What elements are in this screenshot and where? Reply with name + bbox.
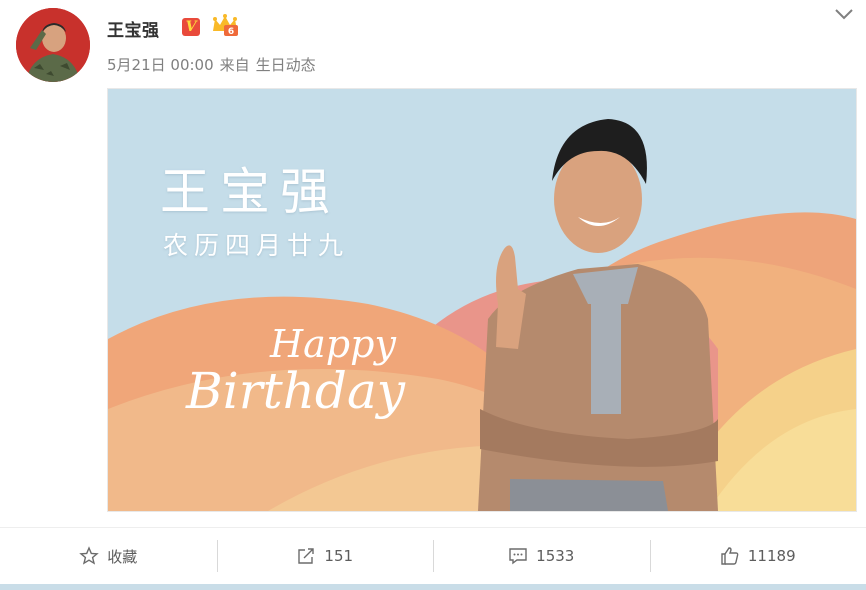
banner-subtitle: 农历四月廿九 bbox=[163, 231, 350, 260]
post-time[interactable]: 5月21日 00:00 bbox=[107, 56, 214, 74]
crown-member-icon: 6 bbox=[213, 14, 238, 37]
like-button[interactable]: 11189 bbox=[649, 528, 866, 584]
comment-count: 1533 bbox=[536, 547, 575, 565]
post-via-label: 来自 bbox=[219, 56, 250, 74]
post-source[interactable]: 生日动态 bbox=[256, 56, 316, 74]
comment-button[interactable]: 1533 bbox=[433, 528, 650, 584]
comment-icon bbox=[509, 548, 527, 565]
bottom-edge-strip bbox=[0, 584, 866, 590]
svg-text:6: 6 bbox=[228, 27, 234, 37]
repost-count: 151 bbox=[324, 547, 354, 565]
banner-birthday-text: Birthday bbox=[186, 362, 405, 420]
like-count: 11189 bbox=[747, 547, 796, 565]
thumbs-up-icon bbox=[721, 547, 739, 565]
banner-happy-text: Happy bbox=[270, 322, 396, 366]
avatar-image bbox=[16, 8, 90, 82]
share-icon bbox=[298, 548, 315, 564]
favorite-label: 收藏 bbox=[107, 547, 138, 566]
banner-title: 王宝强 bbox=[160, 163, 340, 221]
weibo-post-card: 王宝强 V 6 5月21日 00:00 来自 生日动态 王宝强 农历四月廿九 H… bbox=[0, 0, 866, 590]
repost-button[interactable]: 151 bbox=[216, 528, 434, 584]
author-avatar[interactable] bbox=[16, 8, 90, 82]
post-meta: 5月21日 00:00 来自 生日动态 bbox=[107, 54, 322, 75]
post-actions-bar: 收藏 151 1533 11189 bbox=[0, 528, 866, 584]
verified-badge-icon: V bbox=[182, 18, 200, 36]
favorite-button[interactable]: 收藏 bbox=[0, 528, 217, 584]
star-icon bbox=[79, 546, 100, 565]
chevron-down-icon[interactable] bbox=[833, 6, 855, 22]
author-name[interactable]: 王宝强 bbox=[107, 16, 160, 41]
